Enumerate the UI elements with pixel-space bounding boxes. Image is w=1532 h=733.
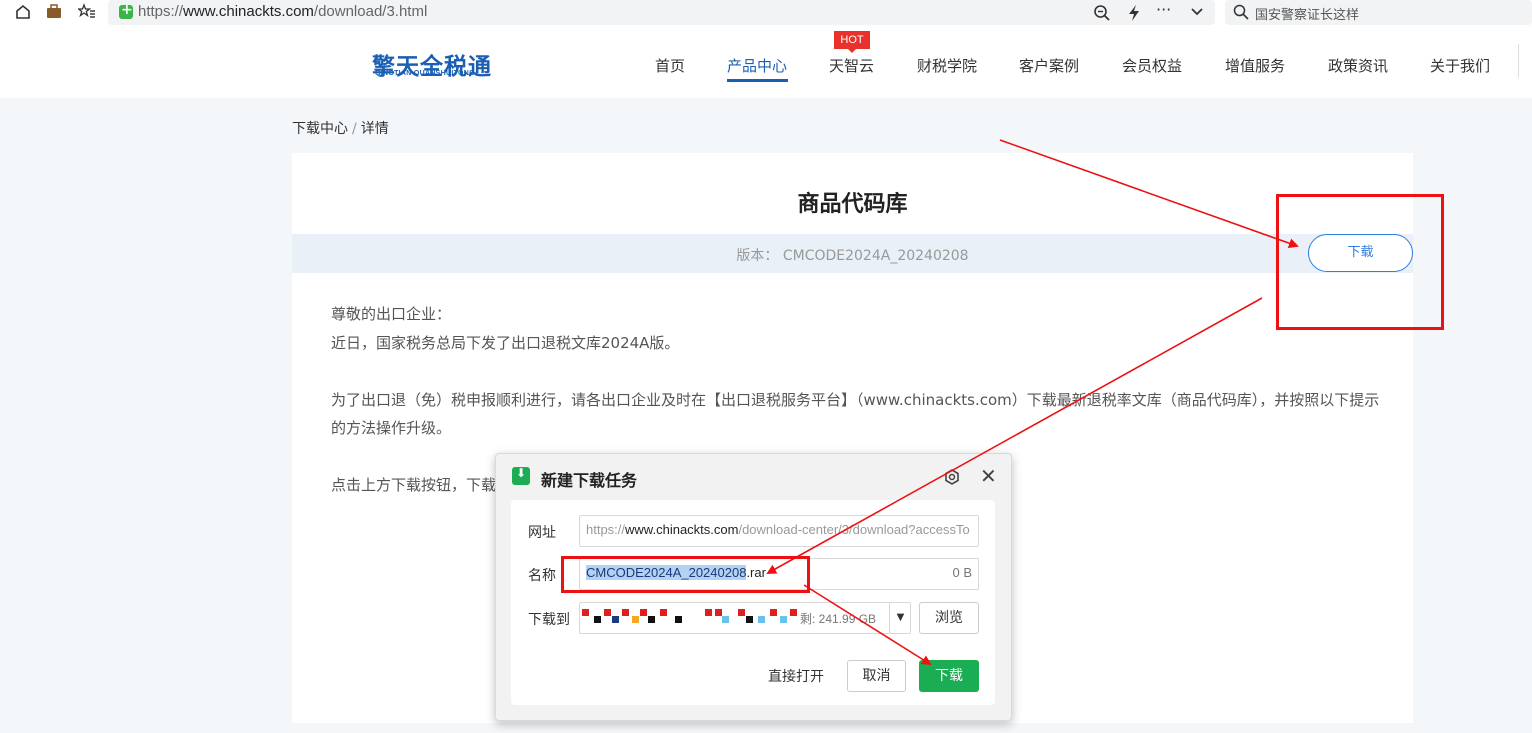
annotation-arrows	[766, 139, 1299, 666]
annotation-arrow-to-download	[999, 139, 1299, 249]
annotation-arrow-to-dialog-download	[803, 584, 932, 666]
annotation-arrow-to-filename	[766, 297, 1263, 574]
